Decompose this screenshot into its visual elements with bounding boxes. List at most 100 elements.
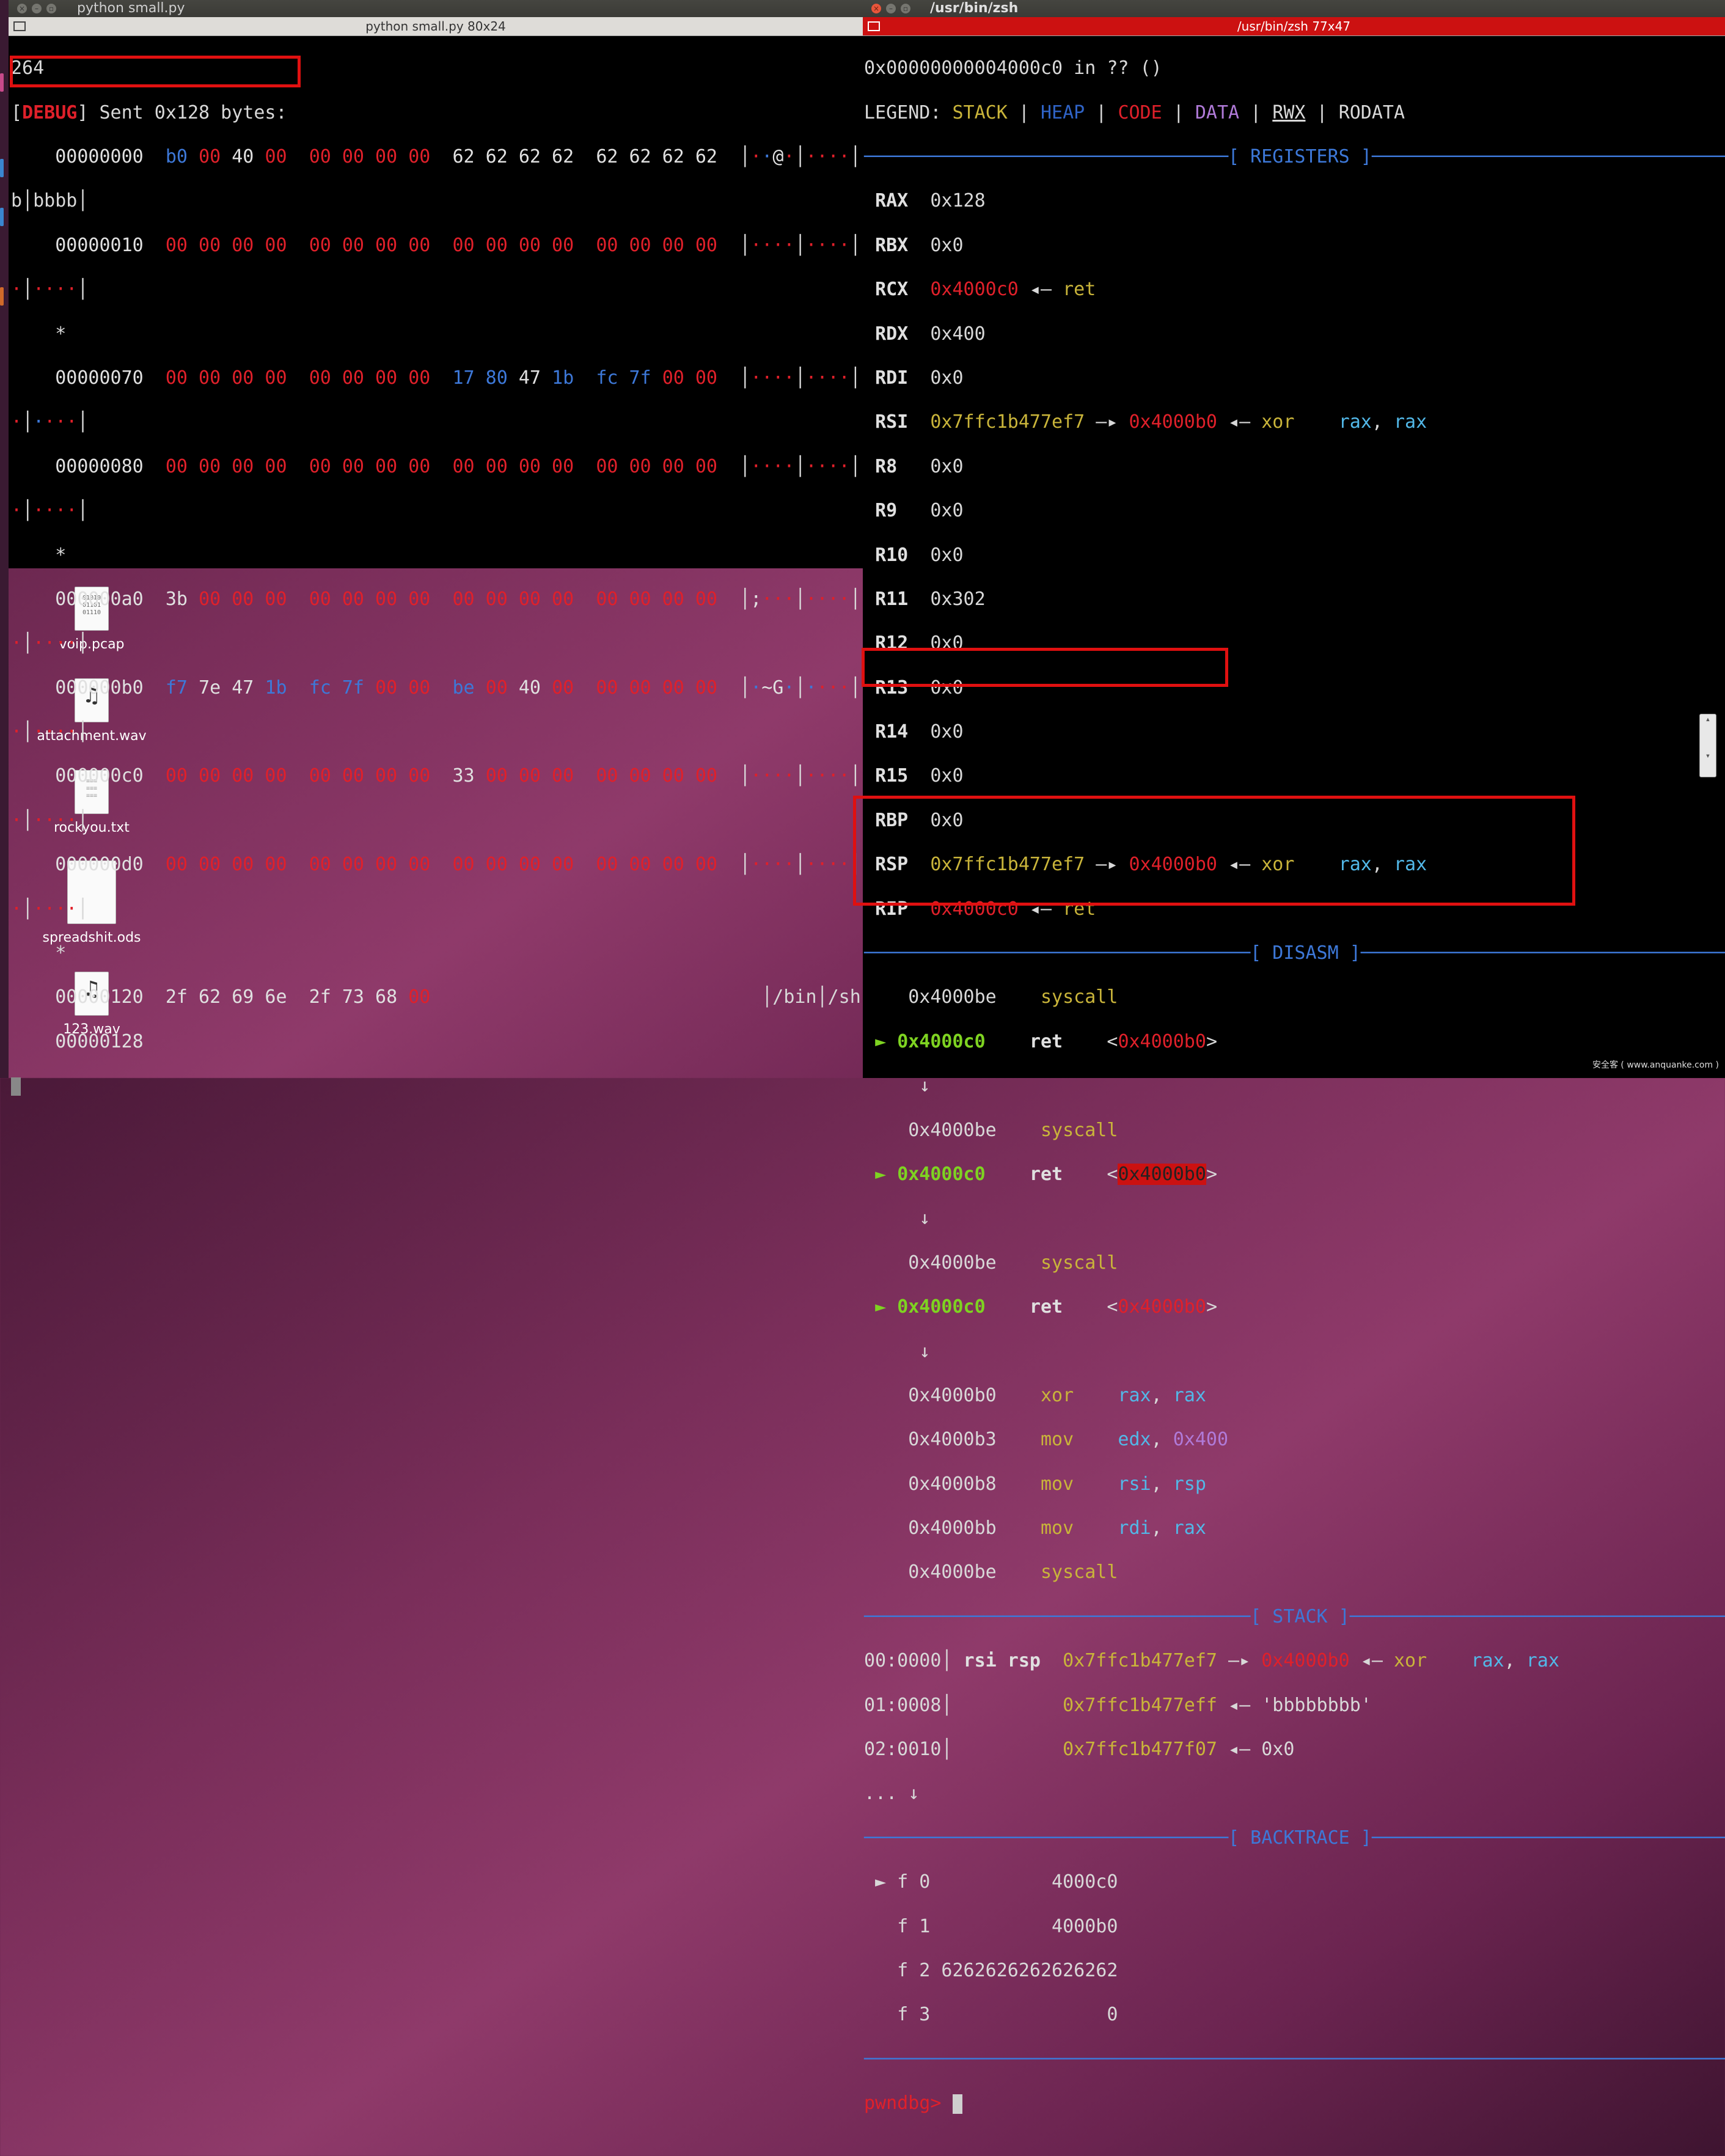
- hexdump-row: 00000000 b0 00 40 00 00 00 00 00 62 62 6…: [55, 145, 861, 167]
- terminal-menu-icon[interactable]: [13, 21, 26, 31]
- prompt-line[interactable]: pwndbg>: [864, 2092, 1725, 2114]
- hexdump-skip: *: [11, 544, 67, 566]
- launcher-item[interactable]: [0, 208, 4, 226]
- left-terminal-window[interactable]: × – ▫ python small.py python small.py 80x2…: [9, 0, 883, 1096]
- terminal-size-label: python small.py 80x24: [365, 19, 506, 34]
- minimize-icon[interactable]: –: [32, 4, 42, 13]
- legend-rwx: RWX: [1272, 101, 1306, 123]
- legend-code: CODE: [1118, 101, 1162, 123]
- right-tabbar: /usr/bin/zsh 77x47: [863, 17, 1725, 36]
- hexdump-row: 000000b0 f7 7e 47 1b fc 7f 00 00 be 00 4…: [55, 676, 861, 698]
- maximize-icon[interactable]: ▫: [901, 4, 910, 13]
- stack-more: ... ↓: [864, 1783, 920, 1805]
- hexdump-wrap: ·│····│: [11, 809, 89, 831]
- hexdump-row: 00000010 00 00 00 00 00 00 00 00 00 00 0…: [55, 234, 861, 256]
- disasm-row-current: ► 0x4000c0 ret <0x4000b0>: [875, 1163, 1217, 1185]
- right-terminal-window[interactable]: × – ▫ /usr/bin/zsh /usr/bin/zsh 77x47 0x00…: [853, 0, 1725, 2114]
- window-title: python small.py: [77, 1, 185, 16]
- register-row: RCX 0x4000c0 ◂— ret: [875, 279, 1096, 301]
- register-row: R10 0x0: [875, 544, 964, 566]
- debug-tag: DEBUG: [22, 101, 78, 123]
- legend-line: LEGEND: STACK | HEAP | CODE | DATA | RWX…: [864, 101, 1405, 123]
- hexdump-row: 00000080 00 00 00 00 00 00 00 00 00 00 0…: [55, 455, 861, 477]
- section-footer: ────────────────────────────────────────…: [864, 2048, 1725, 2070]
- stack-row: 00:0000│ rsi rsp 0x7ffc1b477ef7 —▸ 0x400…: [864, 1650, 1559, 1672]
- legend-rodata: RODATA: [1338, 101, 1405, 123]
- stack-row: 01:0008│ 0x7ffc1b477eff ◂— 'bbbbbbbb': [864, 1694, 1372, 1716]
- highlight-box-stack: [853, 796, 1575, 906]
- scrollbar[interactable]: ▴ ▾: [1699, 714, 1716, 777]
- close-icon[interactable]: ×: [17, 4, 27, 13]
- register-row: RAX 0x128: [875, 190, 986, 212]
- disasm-row: 0x4000b8 mov rsi, rsp: [864, 1473, 1206, 1495]
- text-cursor: [952, 2094, 962, 2114]
- close-icon[interactable]: ×: [871, 4, 881, 13]
- watermark: 安全客 ( www.anquanke.com ): [1592, 1060, 1719, 1070]
- highlight-box-debug: [10, 56, 301, 87]
- register-row: R14 0x0: [875, 721, 964, 743]
- hexdump-wrap: b│bbbb│: [11, 190, 89, 212]
- disasm-arrow: ↓: [864, 1340, 931, 1362]
- disasm-arrow: ↓: [864, 1075, 931, 1097]
- launcher-bar: [0, 0, 9, 1078]
- launcher-item[interactable]: [0, 73, 4, 92]
- register-row: RBX 0x0: [875, 234, 964, 256]
- backtrace-row: f 2 6262626262626262: [864, 1960, 1118, 1981]
- hexdump-row: 000000d0 00 00 00 00 00 00 00 00 00 00 0…: [55, 854, 861, 876]
- left-terminal-output: 264 [DEBUG] Sent 0x128 bytes: 00000000 b…: [11, 35, 883, 1142]
- disasm-row: 0x4000bb mov rdi, rax: [864, 1517, 1206, 1539]
- disasm-row-current: ► 0x4000c0 ret <0x4000b0>: [875, 1030, 1217, 1052]
- left-tabbar: python small.py 80x24: [9, 17, 863, 36]
- section-header-registers: ─────────────────────────────────[ REGIS…: [864, 145, 1725, 167]
- debug-line: [DEBUG] Sent 0x128 bytes:: [11, 101, 287, 123]
- disasm-row: 0x4000be syscall: [864, 986, 1118, 1008]
- section-header-backtrace: ─────────────────────────────────[ BACKT…: [864, 1827, 1725, 1849]
- hexdump-wrap: ·│····│: [11, 898, 89, 920]
- register-row: R9 0x0: [875, 500, 964, 522]
- hexdump-wrap: ·│····│: [11, 721, 89, 743]
- maximize-icon[interactable]: ▫: [46, 4, 56, 13]
- launcher-item[interactable]: [0, 287, 4, 306]
- terminal-cursor: [11, 1075, 863, 1097]
- launcher-item[interactable]: [0, 159, 4, 177]
- hexdump-wrap: ·│····│: [11, 500, 89, 522]
- legend-stack: STACK: [952, 101, 1008, 123]
- pwndbg-output: 0x00000000004000c0 in ?? () LEGEND: STAC…: [864, 35, 1725, 2156]
- hexdump-wrap: ·│····│: [11, 632, 89, 654]
- disasm-row: 0x4000be syscall: [864, 1252, 1118, 1274]
- hexdump-row: 00000128: [55, 1030, 144, 1052]
- hexdump-wrap: ·│····│: [11, 411, 89, 433]
- highlight-box-ret: [862, 648, 1228, 687]
- terminal-menu-icon[interactable]: [868, 21, 880, 31]
- hexdump-row: 00000070 00 00 00 00 00 00 00 00 17 80 4…: [55, 367, 861, 389]
- hexdump-row: 00000120 2f 62 69 6e 2f 73 68 00 │/bin│/…: [55, 986, 883, 1008]
- hexdump-row: 000000c0 00 00 00 00 00 00 00 00 33 00 0…: [55, 765, 861, 787]
- backtrace-row: f 3 0: [864, 2004, 1118, 2026]
- scroll-down-icon[interactable]: ▾: [1700, 751, 1716, 761]
- current-location: 0x00000000004000c0 in ?? (): [864, 57, 1162, 79]
- terminal-size-label: /usr/bin/zsh 77x47: [1237, 19, 1351, 34]
- hexdump-skip: *: [11, 942, 67, 964]
- backtrace-row: ► f 0 4000c0: [864, 1871, 1118, 1893]
- disasm-row: 0x4000be syscall: [864, 1119, 1118, 1141]
- left-titlebar[interactable]: × – ▫ python small.py: [9, 0, 863, 17]
- register-row: RDI 0x0: [875, 367, 964, 389]
- register-row: RSI 0x7ffc1b477ef7 —▸ 0x4000b0 ◂— xor ra…: [875, 411, 1427, 433]
- disasm-row-current: ► 0x4000c0 ret <0x4000b0>: [875, 1296, 1217, 1318]
- register-row: R8 0x0: [875, 455, 964, 477]
- section-header-stack: ───────────────────────────────────[ STA…: [864, 1605, 1725, 1627]
- register-row: R15 0x0: [875, 765, 964, 787]
- section-header-disasm: ───────────────────────────────────[ DIS…: [864, 942, 1725, 964]
- window-title: /usr/bin/zsh: [930, 1, 1019, 16]
- register-row: RDX 0x400: [875, 323, 986, 345]
- legend-data: DATA: [1195, 101, 1240, 123]
- backtrace-row: f 1 4000b0: [864, 1915, 1118, 1937]
- right-titlebar[interactable]: × – ▫ /usr/bin/zsh: [863, 0, 1725, 17]
- scroll-up-icon[interactable]: ▴: [1700, 714, 1716, 724]
- disasm-row: 0x4000b3 mov edx, 0x400: [864, 1429, 1229, 1451]
- disasm-row: 0x4000be syscall: [864, 1561, 1118, 1583]
- hexdump-row: 000000a0 3b 00 00 00 00 00 00 00 00 00 0…: [55, 588, 861, 610]
- minimize-icon[interactable]: –: [886, 4, 896, 13]
- stack-row: 02:0010│ 0x7ffc1b477f07 ◂— 0x0: [864, 1739, 1295, 1761]
- disasm-row: 0x4000b0 xor rax, rax: [864, 1384, 1206, 1406]
